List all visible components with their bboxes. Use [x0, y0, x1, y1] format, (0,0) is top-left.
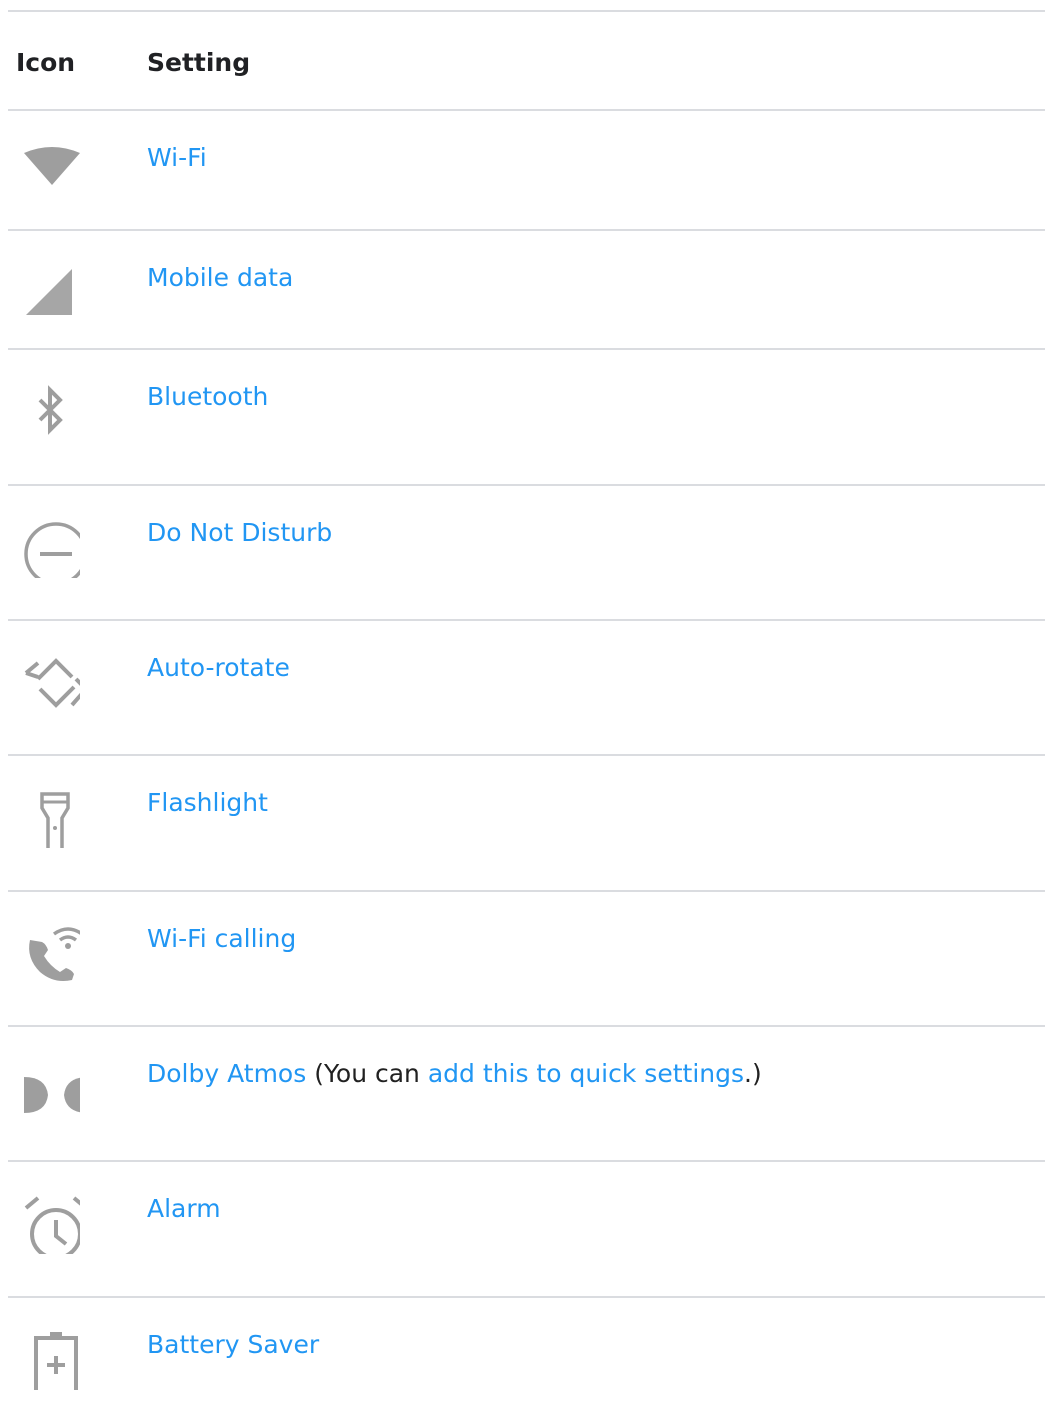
- setting-cell: Auto-rotate: [147, 653, 290, 682]
- add-to-quick-settings-link[interactable]: add this to quick settings: [428, 1059, 744, 1088]
- do-not-disturb-link[interactable]: Do Not Disturb: [147, 518, 332, 547]
- flashlight-icon: [16, 784, 80, 848]
- mobile-data-icon: [16, 259, 80, 323]
- setting-cell: Wi-Fi calling: [147, 924, 296, 953]
- setting-cell: Battery Saver: [147, 1330, 319, 1359]
- do-not-disturb-icon: [16, 514, 80, 578]
- setting-cell: Alarm: [147, 1194, 221, 1223]
- table-row: Auto-rotate: [8, 621, 1045, 756]
- setting-cell: Bluetooth: [147, 382, 268, 411]
- auto-rotate-link[interactable]: Auto-rotate: [147, 653, 290, 682]
- setting-cell: Wi-Fi: [147, 143, 207, 172]
- battery-saver-icon: [16, 1326, 80, 1390]
- setting-cell: Mobile data: [147, 263, 293, 292]
- wifi-calling-icon: [16, 920, 80, 984]
- wifi-icon: [16, 139, 80, 203]
- setting-cell: Do Not Disturb: [147, 518, 332, 547]
- table-row: Alarm: [8, 1162, 1045, 1298]
- table-row: Wi-Fi calling: [8, 892, 1045, 1027]
- wifi-calling-link[interactable]: Wi-Fi calling: [147, 924, 296, 953]
- setting-cell: Dolby Atmos (You can add this to quick s…: [147, 1059, 762, 1088]
- dolby-atmos-link[interactable]: Dolby Atmos: [147, 1059, 306, 1088]
- table-row: Bluetooth: [8, 350, 1045, 486]
- auto-rotate-icon: [16, 649, 80, 713]
- settings-icon-table: Icon Setting Wi-Fi Mobile data Bluetooth…: [8, 10, 1045, 1422]
- wifi-link[interactable]: Wi-Fi: [147, 143, 207, 172]
- dolby-note-suffix: .): [744, 1059, 762, 1088]
- table-row: Dolby Atmos (You can add this to quick s…: [8, 1027, 1045, 1162]
- bluetooth-link[interactable]: Bluetooth: [147, 382, 268, 411]
- column-header-icon: Icon: [16, 48, 76, 77]
- setting-cell: Flashlight: [147, 788, 268, 817]
- alarm-icon: [16, 1190, 80, 1254]
- table-row: Mobile data: [8, 231, 1045, 350]
- battery-saver-link[interactable]: Battery Saver: [147, 1330, 319, 1359]
- column-header-setting: Setting: [147, 48, 251, 77]
- table-header-row: Icon Setting: [8, 12, 1045, 111]
- mobile-data-link[interactable]: Mobile data: [147, 263, 293, 292]
- table-row: Wi-Fi: [8, 111, 1045, 231]
- bluetooth-icon: [16, 378, 80, 442]
- table-row: Battery Saver: [8, 1298, 1045, 1422]
- dolby-atmos-icon: [16, 1055, 80, 1119]
- alarm-link[interactable]: Alarm: [147, 1194, 221, 1223]
- table-row: Flashlight: [8, 756, 1045, 892]
- table-row: Do Not Disturb: [8, 486, 1045, 621]
- dolby-note-prefix: (You can: [306, 1059, 428, 1088]
- flashlight-link[interactable]: Flashlight: [147, 788, 268, 817]
